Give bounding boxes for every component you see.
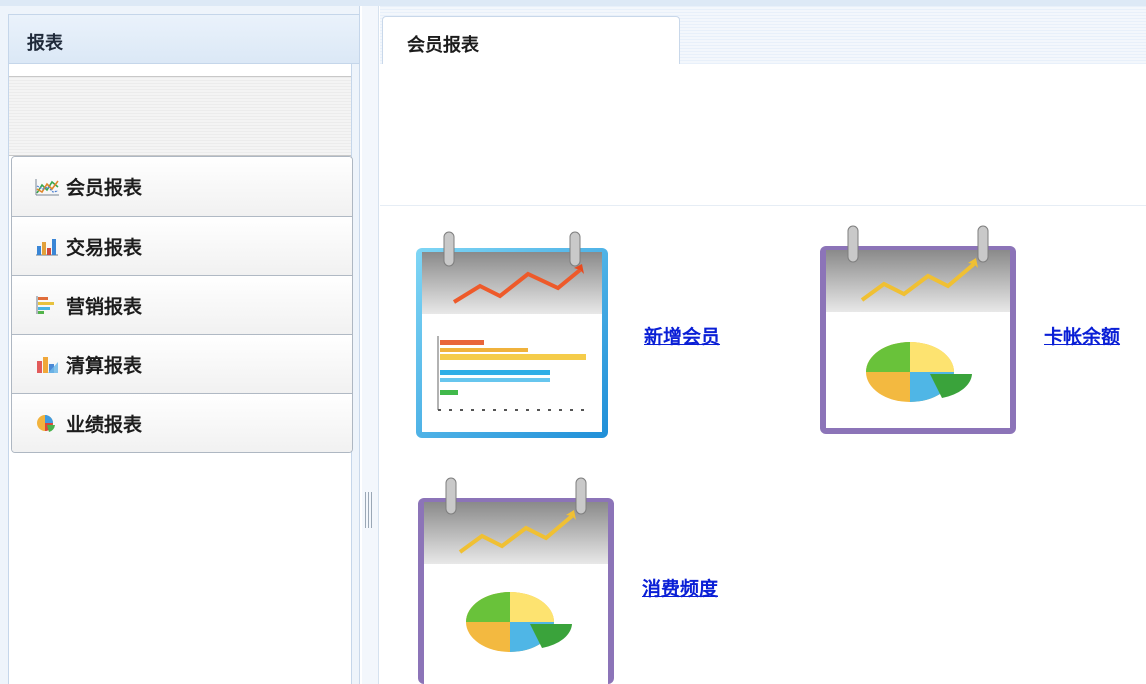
menu-item-marketing-report[interactable]: 营销报表 bbox=[12, 275, 352, 334]
menu-item-label: 清算报表 bbox=[66, 354, 143, 377]
left-panel-title: 报表 bbox=[27, 33, 63, 54]
menu-item-performance-report[interactable]: 业绩报表 bbox=[12, 393, 352, 452]
report-menu: 会员报表 交易报表 营销报表 清算报表 业绩报表 bbox=[11, 156, 353, 453]
report-link-new-members[interactable]: 新增会员 bbox=[644, 322, 720, 349]
report-link-spending-frequency[interactable]: 消费频度 bbox=[642, 574, 718, 601]
report-card-balance-icon-wrap[interactable] bbox=[818, 222, 1018, 437]
column-chart-icon bbox=[34, 354, 60, 374]
left-search-area bbox=[9, 76, 351, 156]
bar-chart-icon bbox=[34, 236, 60, 256]
tab-label: 会员报表 bbox=[407, 35, 479, 56]
menu-item-label: 会员报表 bbox=[66, 177, 143, 199]
pie-chart-icon bbox=[34, 413, 60, 433]
menu-item-member-report[interactable]: 会员报表 bbox=[12, 157, 352, 216]
splitter-grip-handle[interactable] bbox=[365, 492, 372, 528]
menu-item-label: 营销报表 bbox=[66, 295, 143, 318]
menu-item-settlement-report[interactable]: 清算报表 bbox=[12, 334, 352, 393]
report-link-card-balance[interactable]: 卡帐余额 bbox=[1044, 322, 1120, 349]
calendar-pie-chart-icon bbox=[820, 225, 1016, 434]
report-spending-frequency-icon-wrap[interactable] bbox=[416, 474, 616, 684]
menu-item-transaction-report[interactable]: 交易报表 bbox=[12, 216, 352, 275]
report-new-members-icon-wrap[interactable] bbox=[414, 226, 614, 441]
calendar-bar-chart-icon bbox=[416, 231, 608, 438]
menu-item-label: 交易报表 bbox=[66, 236, 143, 259]
horizontal-bar-chart-icon bbox=[34, 295, 60, 315]
left-panel-header: 报表 bbox=[8, 14, 360, 64]
menu-item-label: 业绩报表 bbox=[66, 413, 143, 436]
panel-splitter[interactable] bbox=[362, 6, 379, 684]
calendar-pie-chart-icon bbox=[418, 477, 614, 684]
tab-member-report[interactable]: 会员报表 bbox=[382, 16, 680, 65]
left-panel-content: 会员报表 交易报表 营销报表 清算报表 业绩报表 bbox=[8, 64, 353, 684]
content-divider bbox=[380, 205, 1146, 206]
line-chart-icon bbox=[34, 177, 60, 197]
